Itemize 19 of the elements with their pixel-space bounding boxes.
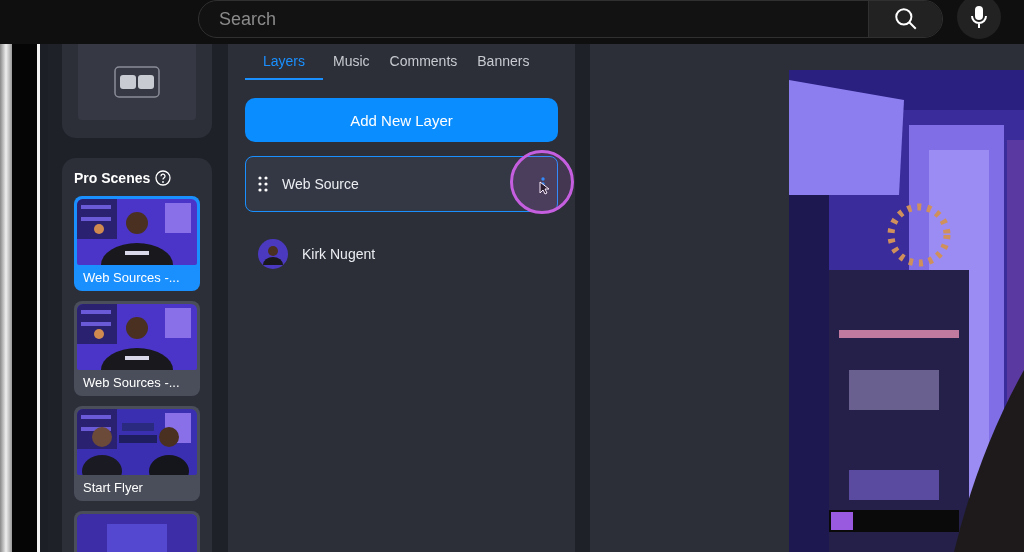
tab[interactable]: Comments xyxy=(379,44,468,80)
avatar-icon xyxy=(258,239,288,269)
layout-icon[interactable] xyxy=(114,66,160,98)
search-button[interactable] xyxy=(868,1,942,37)
click-highlight xyxy=(510,150,574,214)
cursor-icon xyxy=(539,181,549,195)
tab[interactable]: Music xyxy=(323,44,380,80)
microphone-icon xyxy=(971,5,987,29)
panel-title: Pro Scenes xyxy=(74,170,151,186)
scene-card[interactable]: Web Sources -... xyxy=(74,301,200,396)
tab[interactable]: Banners xyxy=(467,44,540,80)
drag-handle-icon[interactable] xyxy=(258,176,268,192)
tab[interactable]: Layers xyxy=(245,44,324,80)
help-icon[interactable] xyxy=(155,170,172,186)
layer-row[interactable]: Web Source xyxy=(245,156,558,212)
scene-card[interactable]: Start Flyer xyxy=(74,406,200,501)
search-icon xyxy=(892,6,919,32)
layer-row[interactable]: Kirk Nugent xyxy=(245,226,558,282)
microphone-button[interactable] xyxy=(957,0,1001,39)
